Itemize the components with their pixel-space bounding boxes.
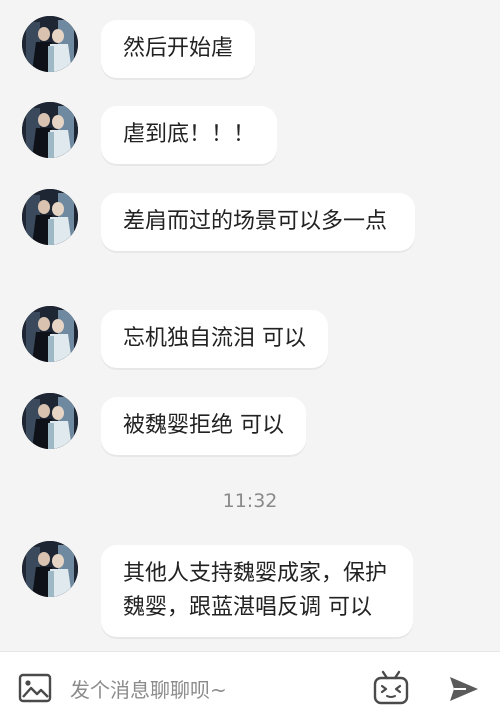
avatar[interactable]: [22, 102, 78, 158]
send-icon[interactable]: [448, 674, 480, 704]
chat-area: 然后开始虐 虐到底！！！ 差肩而过的场景可以多一点 忘机独自流泪 可以 被魏婴拒…: [0, 0, 500, 652]
bilibili-emoji-icon[interactable]: [372, 670, 410, 706]
image-icon[interactable]: [18, 673, 52, 703]
message-text: 其他人支持魏婴成家，保护魏婴，跟蓝湛唱反调 可以: [123, 561, 388, 620]
message-text: 然后开始虐: [123, 36, 234, 61]
message-text: 被魏婴拒绝 可以: [123, 413, 284, 438]
avatar-image: [22, 306, 78, 362]
avatar-image: [22, 102, 78, 158]
message-bubble[interactable]: 其他人支持魏婴成家，保护魏婴，跟蓝湛唱反调 可以: [101, 545, 413, 637]
avatar[interactable]: [22, 541, 78, 597]
message-input-bar: 发个消息聊聊呗~: [0, 651, 500, 726]
message-input[interactable]: 发个消息聊聊呗~: [70, 674, 227, 703]
avatar[interactable]: [22, 16, 78, 72]
avatar[interactable]: [22, 393, 78, 449]
avatar-image: [22, 393, 78, 449]
message-timestamp: 11:32: [222, 490, 278, 512]
avatar[interactable]: [22, 306, 78, 362]
message-bubble[interactable]: 被魏婴拒绝 可以: [101, 397, 306, 455]
message-bubble[interactable]: 然后开始虐: [101, 20, 256, 78]
avatar[interactable]: [22, 189, 78, 245]
message-bubble[interactable]: 虐到底！！！: [101, 106, 278, 164]
avatar-image: [22, 16, 78, 72]
message-bubble[interactable]: 差肩而过的场景可以多一点: [101, 193, 415, 251]
message-text: 忘机独自流泪 可以: [123, 326, 306, 351]
message-text: 差肩而过的场景可以多一点: [123, 209, 388, 234]
avatar-image: [22, 189, 78, 245]
message-text: 虐到底！！！: [123, 122, 256, 147]
avatar-image: [22, 541, 78, 597]
message-bubble[interactable]: 忘机独自流泪 可以: [101, 310, 328, 368]
